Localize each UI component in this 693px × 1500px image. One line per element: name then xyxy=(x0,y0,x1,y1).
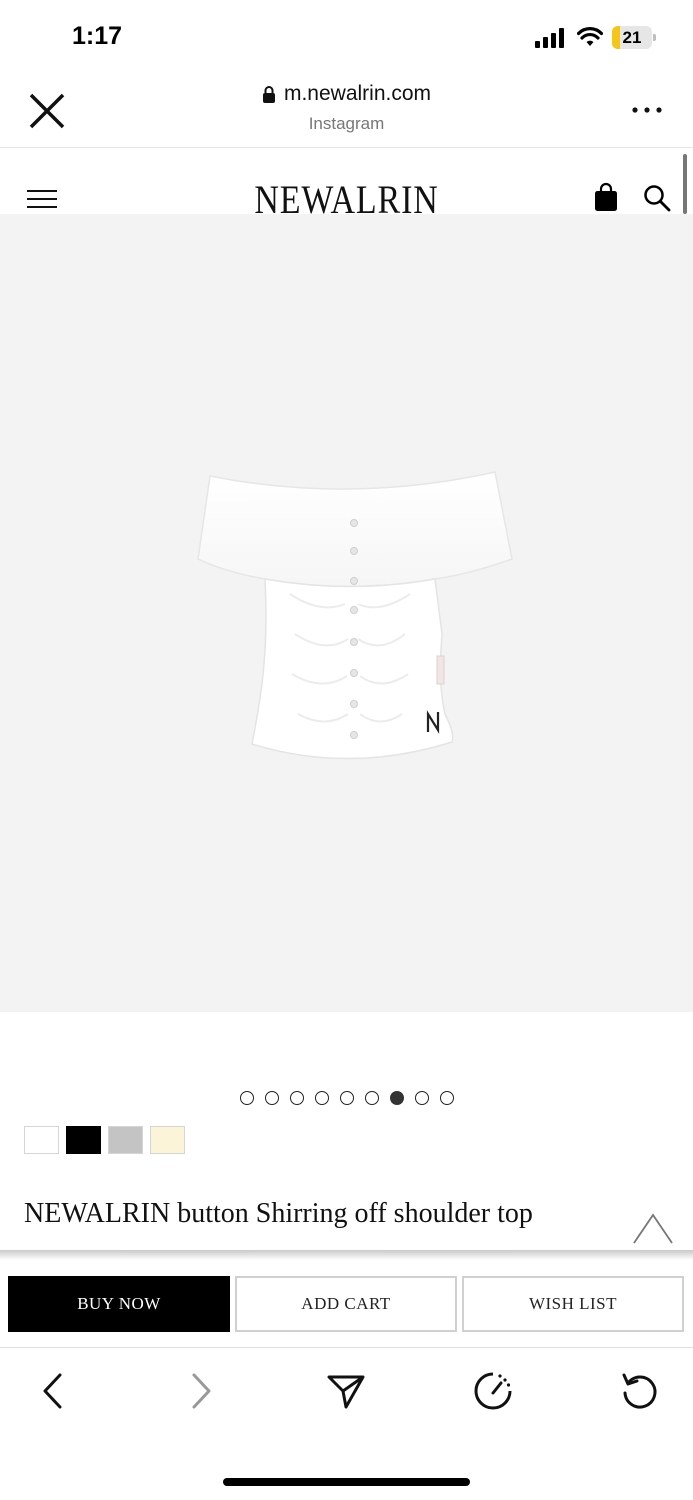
color-swatch-cream[interactable] xyxy=(150,1126,185,1154)
scroll-top-icon[interactable] xyxy=(632,1212,674,1246)
forward-arrow-icon[interactable] xyxy=(181,1371,221,1411)
carousel-dot[interactable] xyxy=(389,1091,404,1105)
buy-now-button[interactable]: BUY NOW xyxy=(8,1276,230,1332)
url-text: m.newalrin.com xyxy=(283,82,432,105)
product-image[interactable] xyxy=(0,214,693,1012)
more-icon[interactable] xyxy=(630,100,664,120)
carousel-dot[interactable] xyxy=(339,1091,354,1105)
carousel-dot[interactable] xyxy=(239,1091,254,1105)
carousel-dot[interactable] xyxy=(364,1091,379,1105)
color-swatch-white[interactable] xyxy=(24,1126,59,1154)
carousel-dot[interactable] xyxy=(264,1091,279,1105)
color-swatch-black[interactable] xyxy=(66,1126,101,1154)
search-icon[interactable] xyxy=(643,184,671,212)
source-label: Instagram xyxy=(308,114,385,133)
carousel-dots xyxy=(0,1091,693,1109)
close-icon[interactable] xyxy=(26,90,68,132)
share-icon[interactable] xyxy=(326,1371,366,1411)
address-bar[interactable]: m.newalrin.com Instagram xyxy=(150,82,543,134)
browser-header: m.newalrin.com Instagram xyxy=(0,74,693,148)
product-title: NEWALRIN button Shirring off shoulder to… xyxy=(24,1198,533,1229)
home-indicator[interactable] xyxy=(223,1478,470,1486)
battery-indicator: 21 xyxy=(612,26,656,49)
product-photo xyxy=(197,471,513,760)
color-swatch-gray[interactable] xyxy=(108,1126,143,1154)
browser-toolbar xyxy=(0,1349,693,1439)
carousel-dot[interactable] xyxy=(314,1091,329,1105)
speed-icon[interactable] xyxy=(473,1371,513,1411)
lock-icon xyxy=(262,86,275,103)
carousel-dot[interactable] xyxy=(414,1091,429,1105)
site-header: NEWALRIN xyxy=(0,148,693,222)
signal-icon xyxy=(535,28,567,48)
wifi-icon xyxy=(577,27,603,46)
page-scrollbar[interactable] xyxy=(683,154,687,214)
back-arrow-icon[interactable] xyxy=(33,1371,73,1411)
shopping-bag-icon[interactable] xyxy=(594,182,618,212)
add-cart-button[interactable]: ADD CART xyxy=(235,1276,457,1332)
battery-level: 21 xyxy=(622,28,642,47)
action-bar: BUY NOW ADD CART WISH LIST xyxy=(0,1260,693,1348)
color-swatches xyxy=(24,1126,185,1154)
carousel-dot[interactable] xyxy=(289,1091,304,1105)
bar-shadow xyxy=(0,1250,693,1260)
wish-list-button[interactable]: WISH LIST xyxy=(462,1276,684,1332)
carousel-dot[interactable] xyxy=(439,1091,454,1105)
reload-icon[interactable] xyxy=(620,1371,660,1411)
status-time: 1:17 xyxy=(72,22,123,50)
status-bar: 1:17 21 xyxy=(0,0,693,74)
